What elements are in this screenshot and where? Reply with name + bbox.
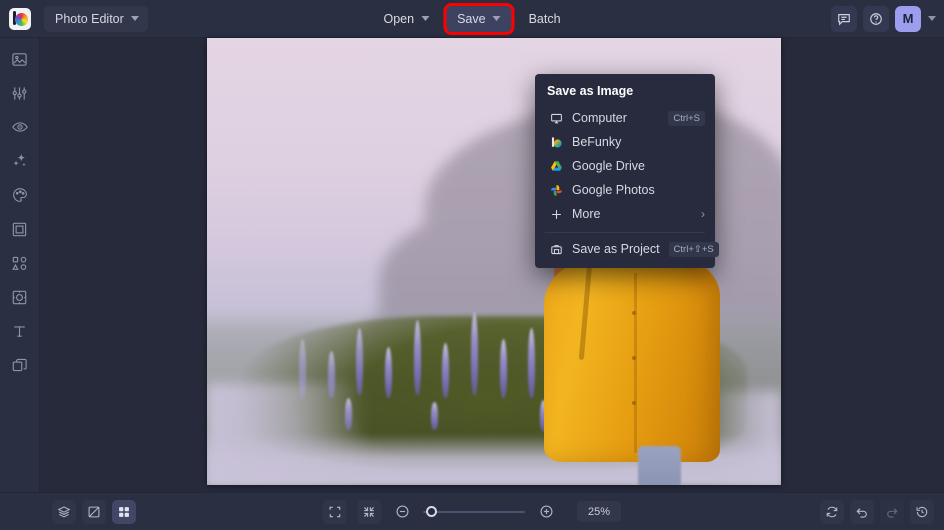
top-toolbar: Photo Editor Open Save Batch M bbox=[0, 0, 944, 38]
layers-icon[interactable] bbox=[52, 499, 76, 524]
chevron-down-icon bbox=[421, 16, 430, 21]
bottom-left-group bbox=[52, 499, 136, 524]
undo-icon[interactable] bbox=[850, 499, 874, 524]
module-selector[interactable]: Photo Editor bbox=[44, 5, 148, 32]
fit-screen-icon[interactable] bbox=[323, 499, 347, 524]
menu-divider bbox=[545, 232, 705, 233]
batch-label: Batch bbox=[528, 11, 561, 26]
google-photos-icon bbox=[549, 183, 563, 197]
zoom-controls: 25% bbox=[323, 499, 621, 524]
bottom-toolbar: 25% bbox=[0, 492, 944, 530]
sidebar-item-graphics[interactable] bbox=[6, 252, 34, 274]
menu-item-label: Google Photos bbox=[572, 183, 655, 197]
menu-item-shortcut: Ctrl+⇧+S bbox=[668, 241, 719, 257]
history-icon[interactable] bbox=[910, 499, 934, 524]
sidebar-item-textures[interactable] bbox=[6, 286, 34, 308]
save-label: Save bbox=[457, 11, 486, 26]
zoom-out-icon[interactable] bbox=[391, 501, 413, 523]
open-label: Open bbox=[383, 11, 415, 26]
plus-icon bbox=[549, 207, 563, 221]
grid-icon[interactable] bbox=[112, 499, 136, 524]
help-icon[interactable] bbox=[863, 5, 889, 32]
chevron-down-icon bbox=[130, 16, 139, 21]
reset-icon[interactable] bbox=[820, 499, 844, 524]
zoom-slider[interactable] bbox=[423, 505, 525, 519]
chevron-down-icon[interactable] bbox=[928, 16, 936, 21]
photo-editor-app: Photo Editor Open Save Batch M Save as I… bbox=[0, 0, 944, 530]
module-name: Photo Editor bbox=[55, 11, 124, 26]
menu-item-google-drive[interactable]: Google Drive bbox=[535, 154, 715, 178]
collapse-icon[interactable] bbox=[357, 499, 381, 524]
sidebar-item-frames[interactable] bbox=[6, 218, 34, 240]
open-button[interactable]: Open bbox=[372, 6, 440, 32]
menu-item-label: Computer bbox=[572, 111, 627, 125]
google-drive-icon bbox=[549, 159, 563, 173]
save-button[interactable]: Save bbox=[446, 5, 512, 32]
menu-item-google-photos[interactable]: Google Photos bbox=[535, 178, 715, 202]
sidebar-item-touch-up[interactable] bbox=[6, 184, 34, 206]
menu-item-befunky[interactable]: BeFunky bbox=[535, 130, 715, 154]
zoom-in-icon[interactable] bbox=[535, 501, 557, 523]
befunky-logo-icon bbox=[9, 7, 31, 30]
sidebar-item-adjust[interactable] bbox=[6, 82, 34, 104]
monitor-icon bbox=[549, 111, 563, 125]
editor-body: Save as Image Computer Ctrl+S BeFunky Go… bbox=[0, 38, 944, 492]
sidebar-item-edit[interactable] bbox=[6, 48, 34, 70]
menu-item-label: BeFunky bbox=[572, 135, 622, 149]
left-sidebar bbox=[0, 38, 40, 492]
zoom-level[interactable]: 25% bbox=[577, 501, 621, 522]
app-logo[interactable] bbox=[0, 0, 40, 38]
menu-item-label: More bbox=[572, 207, 601, 221]
batch-button[interactable]: Batch bbox=[518, 6, 572, 32]
zoom-slider-thumb[interactable] bbox=[426, 506, 437, 517]
befunky-icon bbox=[549, 135, 563, 149]
sidebar-item-text[interactable] bbox=[6, 320, 34, 342]
save-dropdown-menu: Save as Image Computer Ctrl+S BeFunky Go… bbox=[535, 74, 719, 268]
redo-icon[interactable] bbox=[880, 499, 904, 524]
sidebar-item-effects[interactable] bbox=[6, 116, 34, 138]
canvas-area[interactable]: Save as Image Computer Ctrl+S BeFunky Go… bbox=[40, 38, 944, 492]
menu-item-label: Save as Project bbox=[572, 242, 660, 256]
toolbar-center-group: Open Save Batch bbox=[372, 5, 572, 32]
feedback-icon[interactable] bbox=[831, 5, 857, 32]
save-menu-title: Save as Image bbox=[547, 84, 634, 98]
briefcase-icon bbox=[549, 242, 563, 256]
chevron-right-icon: › bbox=[701, 207, 705, 221]
history-controls bbox=[820, 499, 934, 524]
toolbar-right-group: M bbox=[831, 5, 936, 32]
menu-item-more[interactable]: More › bbox=[535, 202, 715, 226]
avatar[interactable]: M bbox=[895, 5, 921, 32]
menu-item-shortcut: Ctrl+S bbox=[668, 110, 705, 126]
chevron-down-icon bbox=[492, 16, 501, 21]
sidebar-item-artsy[interactable] bbox=[6, 150, 34, 172]
menu-item-computer[interactable]: Computer Ctrl+S bbox=[535, 106, 715, 130]
compare-icon[interactable] bbox=[82, 499, 106, 524]
menu-item-save-as-project[interactable]: Save as Project Ctrl+⇧+S bbox=[535, 237, 719, 261]
menu-item-label: Google Drive bbox=[572, 159, 645, 173]
sidebar-item-overlays[interactable] bbox=[6, 354, 34, 376]
